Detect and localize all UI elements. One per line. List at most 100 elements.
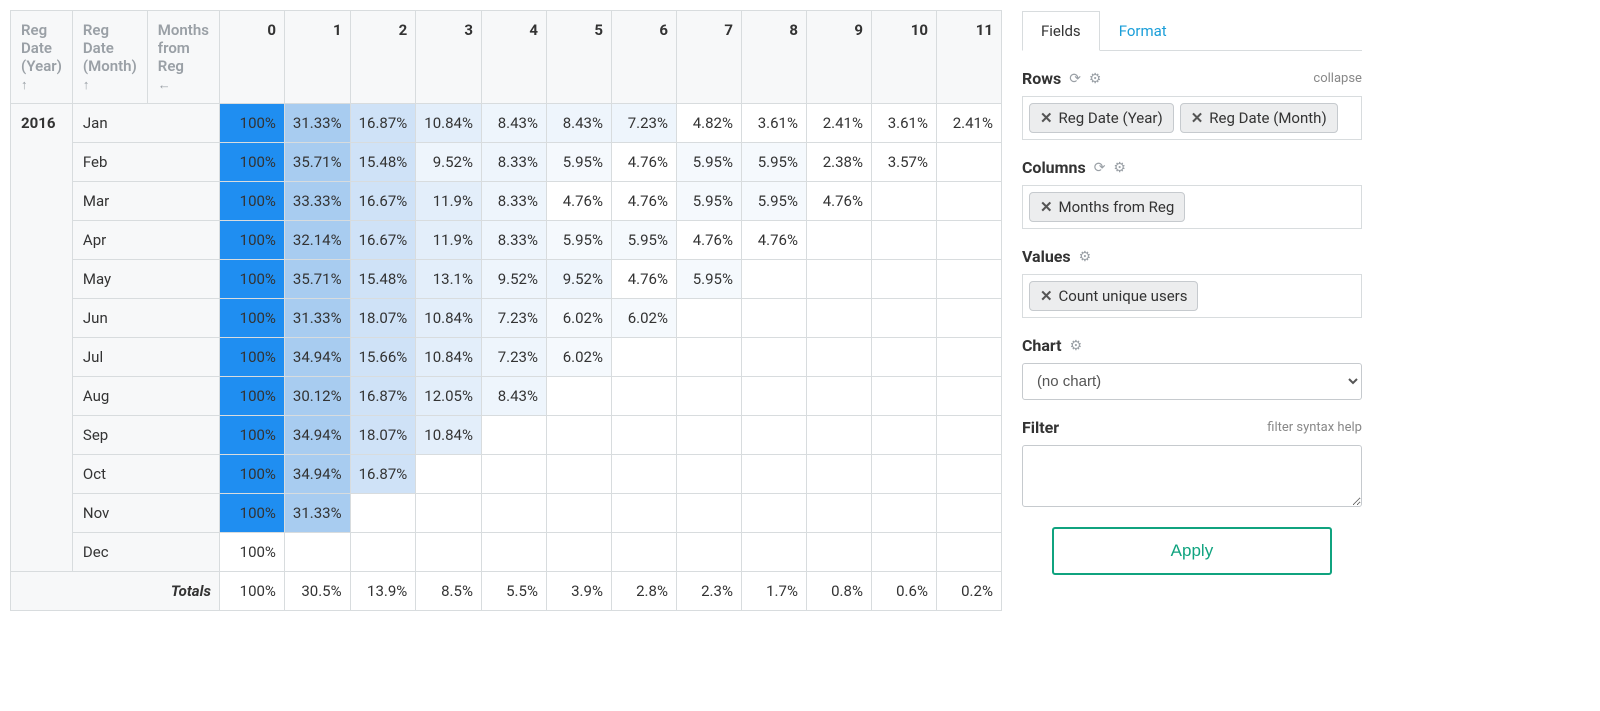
month-cell-dec[interactable]: Dec bbox=[72, 533, 219, 572]
data-cell: 16.67% bbox=[350, 221, 416, 260]
filter-title: Filter bbox=[1022, 418, 1059, 437]
month-cell-nov[interactable]: Nov bbox=[72, 494, 219, 533]
data-cell: 100% bbox=[219, 416, 284, 455]
data-cell bbox=[741, 299, 806, 338]
tab-format[interactable]: Format bbox=[1100, 11, 1186, 51]
data-cell bbox=[741, 260, 806, 299]
chart-select[interactable]: (no chart) bbox=[1022, 363, 1362, 400]
month-cell-may[interactable]: May bbox=[72, 260, 219, 299]
month-cell-jan[interactable]: Jan bbox=[72, 104, 219, 143]
data-cell: 2.38% bbox=[806, 143, 871, 182]
data-cell bbox=[806, 260, 871, 299]
col-header-7[interactable]: 7 bbox=[676, 11, 741, 104]
col-header-5[interactable]: 5 bbox=[546, 11, 611, 104]
gear-icon[interactable]: ⚙ bbox=[1113, 160, 1126, 176]
data-cell: 12.05% bbox=[416, 377, 482, 416]
totals-cell: 0.6% bbox=[871, 572, 936, 611]
field-pill[interactable]: ✕Reg Date (Year) bbox=[1029, 103, 1174, 133]
close-icon[interactable]: ✕ bbox=[1040, 109, 1053, 127]
col-header-6[interactable]: 6 bbox=[611, 11, 676, 104]
row-header-0[interactable]: RegDate(Year)↑ bbox=[11, 11, 73, 104]
close-icon[interactable]: ✕ bbox=[1040, 198, 1053, 216]
row-header-1[interactable]: RegDate(Month)↑ bbox=[72, 11, 147, 104]
year-cell[interactable]: 2016 bbox=[11, 104, 73, 572]
data-cell: 8.33% bbox=[481, 221, 546, 260]
pivot-table: RegDate(Year)↑RegDate(Month)↑MonthsfromR… bbox=[10, 10, 1002, 611]
data-cell bbox=[871, 338, 936, 377]
field-pill[interactable]: ✕Count unique users bbox=[1029, 281, 1199, 311]
data-cell: 100% bbox=[219, 455, 284, 494]
col-header-0[interactable]: 0 bbox=[219, 11, 284, 104]
totals-cell: 100% bbox=[219, 572, 284, 611]
data-cell bbox=[936, 377, 1001, 416]
col-header-2[interactable]: 2 bbox=[350, 11, 416, 104]
apply-button[interactable]: Apply bbox=[1052, 527, 1332, 575]
values-drop-area[interactable]: ✕Count unique users bbox=[1022, 274, 1362, 318]
data-cell: 10.84% bbox=[416, 416, 482, 455]
data-cell bbox=[676, 494, 741, 533]
data-cell: 18.07% bbox=[350, 299, 416, 338]
month-cell-jun[interactable]: Jun bbox=[72, 299, 219, 338]
gear-icon[interactable]: ⚙ bbox=[1089, 71, 1102, 87]
tab-fields[interactable]: Fields bbox=[1022, 11, 1100, 51]
pill-label: Reg Date (Month) bbox=[1209, 109, 1326, 127]
data-cell bbox=[676, 338, 741, 377]
data-cell bbox=[936, 338, 1001, 377]
col-header-8[interactable]: 8 bbox=[741, 11, 806, 104]
data-cell: 10.84% bbox=[416, 338, 482, 377]
close-icon[interactable]: ✕ bbox=[1191, 109, 1204, 127]
rows-drop-area[interactable]: ✕Reg Date (Year)✕Reg Date (Month) bbox=[1022, 96, 1362, 140]
totals-cell: 30.5% bbox=[284, 572, 350, 611]
data-cell: 15.66% bbox=[350, 338, 416, 377]
month-cell-apr[interactable]: Apr bbox=[72, 221, 219, 260]
data-cell bbox=[871, 260, 936, 299]
month-cell-oct[interactable]: Oct bbox=[72, 455, 219, 494]
field-pill[interactable]: ✕ Reg Date (Month) bbox=[1180, 103, 1338, 133]
data-cell: 15.48% bbox=[350, 260, 416, 299]
data-cell: 100% bbox=[219, 260, 284, 299]
data-cell: 7.23% bbox=[481, 299, 546, 338]
row-header-2[interactable]: MonthsfromReg← bbox=[147, 11, 219, 104]
data-cell: 100% bbox=[219, 377, 284, 416]
month-cell-sep[interactable]: Sep bbox=[72, 416, 219, 455]
month-cell-feb[interactable]: Feb bbox=[72, 143, 219, 182]
col-header-4[interactable]: 4 bbox=[481, 11, 546, 104]
data-cell: 16.67% bbox=[350, 182, 416, 221]
data-cell bbox=[284, 533, 350, 572]
col-header-11[interactable]: 11 bbox=[936, 11, 1001, 104]
month-cell-jul[interactable]: Jul bbox=[72, 338, 219, 377]
month-cell-mar[interactable]: Mar bbox=[72, 182, 219, 221]
gear-icon[interactable]: ⚙ bbox=[1070, 338, 1083, 354]
col-header-1[interactable]: 1 bbox=[284, 11, 350, 104]
filter-input[interactable] bbox=[1022, 445, 1362, 507]
data-cell: 8.33% bbox=[481, 143, 546, 182]
data-cell: 6.02% bbox=[611, 299, 676, 338]
filter-help-link[interactable]: filter syntax help bbox=[1267, 420, 1362, 435]
close-icon[interactable]: ✕ bbox=[1040, 287, 1053, 305]
data-cell bbox=[416, 494, 482, 533]
refresh-icon[interactable]: ⟳ bbox=[1069, 71, 1081, 87]
columns-title: Columns bbox=[1022, 158, 1086, 177]
data-cell bbox=[871, 182, 936, 221]
columns-drop-area[interactable]: ✕Months from Reg bbox=[1022, 185, 1362, 229]
data-cell bbox=[611, 533, 676, 572]
month-cell-aug[interactable]: Aug bbox=[72, 377, 219, 416]
rows-collapse-link[interactable]: collapse bbox=[1313, 71, 1362, 86]
data-cell bbox=[741, 377, 806, 416]
data-cell: 4.76% bbox=[806, 182, 871, 221]
data-cell bbox=[611, 494, 676, 533]
data-cell: 15.48% bbox=[350, 143, 416, 182]
col-header-10[interactable]: 10 bbox=[871, 11, 936, 104]
col-header-9[interactable]: 9 bbox=[806, 11, 871, 104]
col-header-3[interactable]: 3 bbox=[416, 11, 482, 104]
data-cell: 30.12% bbox=[284, 377, 350, 416]
columns-section: Columns ⟳ ⚙ ✕Months from Reg bbox=[1022, 158, 1362, 229]
refresh-icon[interactable]: ⟳ bbox=[1094, 160, 1106, 176]
data-cell: 4.76% bbox=[546, 182, 611, 221]
data-cell: 35.71% bbox=[284, 143, 350, 182]
field-pill[interactable]: ✕Months from Reg bbox=[1029, 192, 1185, 222]
gear-icon[interactable]: ⚙ bbox=[1079, 249, 1092, 265]
data-cell bbox=[806, 533, 871, 572]
data-cell bbox=[676, 533, 741, 572]
data-cell: 4.76% bbox=[611, 182, 676, 221]
